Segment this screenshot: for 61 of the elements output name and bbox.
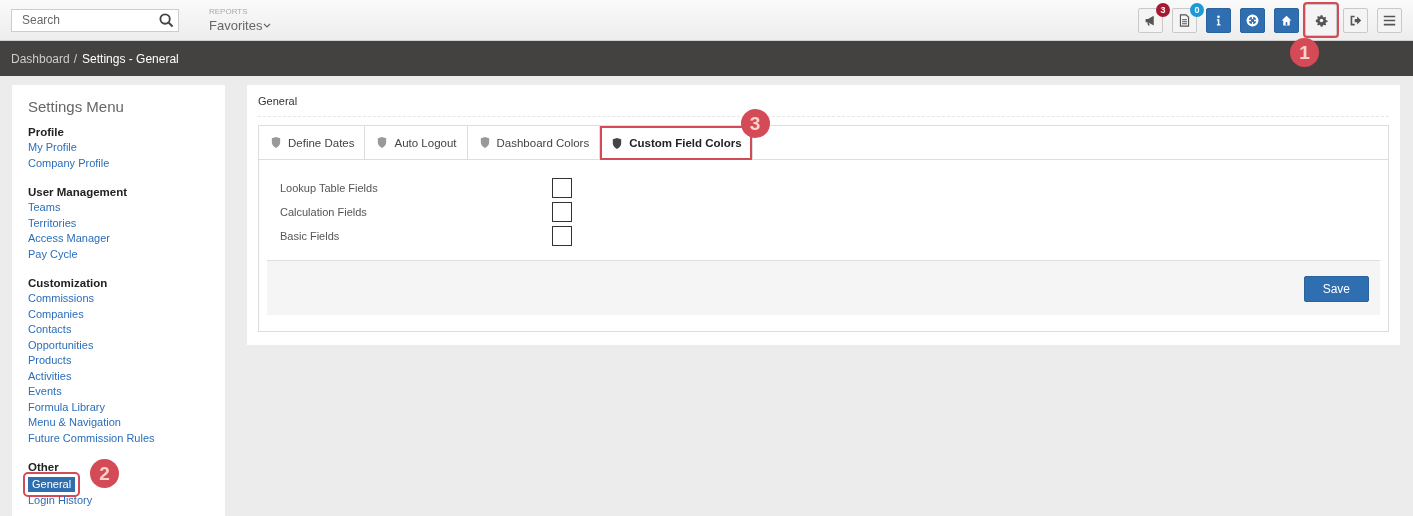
sidebar-link[interactable]: My Profile [28, 140, 77, 156]
group-heading: Other [28, 460, 59, 475]
sidebar-link[interactable]: Future Commission Rules [28, 430, 155, 446]
sidebar-link[interactable]: Events [28, 384, 62, 400]
save-button[interactable]: Save [1303, 276, 1369, 302]
sidebar-link[interactable]: Teams [28, 200, 61, 216]
sidebar-link[interactable]: Products [28, 353, 72, 369]
settings-icon [1314, 13, 1328, 27]
checkbox[interactable] [552, 226, 572, 246]
group-heading: Profile [28, 125, 64, 140]
shield-icon [377, 136, 388, 149]
sidebar-link[interactable]: Territories [28, 215, 77, 231]
field-label: Calculation Fields [280, 206, 368, 218]
count-badge: 0 [1190, 2, 1204, 17]
search-icon [159, 12, 174, 28]
info-button[interactable] [1206, 7, 1231, 33]
megaphone-icon [1144, 13, 1157, 27]
checkbox[interactable] [552, 178, 572, 198]
megaphone-button[interactable] [1138, 7, 1163, 33]
sidebar-link[interactable]: Access Manager [28, 231, 110, 247]
field-label: Lookup Table Fields [280, 182, 379, 194]
lifebuoy-button[interactable] [1240, 7, 1265, 33]
sidebar-link[interactable]: Login History [28, 493, 93, 509]
breadcrumb-separator: / [73, 51, 78, 66]
menu-button[interactable] [1377, 7, 1402, 33]
sidebar-link[interactable]: Opportunities [28, 337, 94, 353]
search-field[interactable]: Search [11, 8, 179, 32]
sidebar-link[interactable]: Formula Library [28, 399, 106, 415]
home-button[interactable] [1274, 7, 1299, 33]
sidebar-link[interactable]: Commissions [28, 291, 94, 307]
sidebar-title: Settings Menu [28, 98, 125, 115]
sidebar-link[interactable]: Menu & Navigation [28, 415, 121, 431]
favorites-dropdown[interactable]: Favorites [209, 18, 272, 33]
search-input[interactable]: Search [20, 12, 159, 28]
count-badge: 3 [1156, 2, 1170, 17]
sidebar-link[interactable]: Activities [28, 368, 72, 384]
menu-icon [1383, 13, 1396, 27]
shield-icon [479, 136, 490, 149]
exit-arrow-icon [1349, 13, 1362, 27]
sidebar-link[interactable]: Companies [28, 306, 84, 322]
section-label: REPORTS [209, 7, 249, 16]
group-heading: User Management [28, 185, 128, 200]
settings-button[interactable] [1305, 4, 1337, 36]
callout-number: 2 [90, 459, 119, 488]
sidebar-link[interactable]: Contacts [28, 322, 72, 338]
shield-icon [612, 136, 623, 150]
breadcrumb-current: Settings - General [82, 51, 179, 66]
shield-icon [271, 136, 281, 149]
field-label: Basic Fields [280, 230, 341, 242]
document-button[interactable] [1172, 7, 1197, 33]
checkbox[interactable] [552, 202, 572, 222]
sidebar-link[interactable]: Company Profile [28, 155, 110, 171]
breadcrumb-link[interactable]: Dashboard [11, 51, 70, 66]
group-heading: Customization [28, 276, 108, 291]
chevron-down-icon [263, 22, 272, 29]
exit-arrow-button[interactable] [1343, 7, 1368, 33]
lifebuoy-icon [1246, 13, 1259, 27]
sidebar-link[interactable]: Pay Cycle [28, 246, 78, 262]
document-icon [1178, 13, 1191, 27]
callout-number: 3 [740, 109, 770, 138]
home-icon [1280, 13, 1293, 27]
